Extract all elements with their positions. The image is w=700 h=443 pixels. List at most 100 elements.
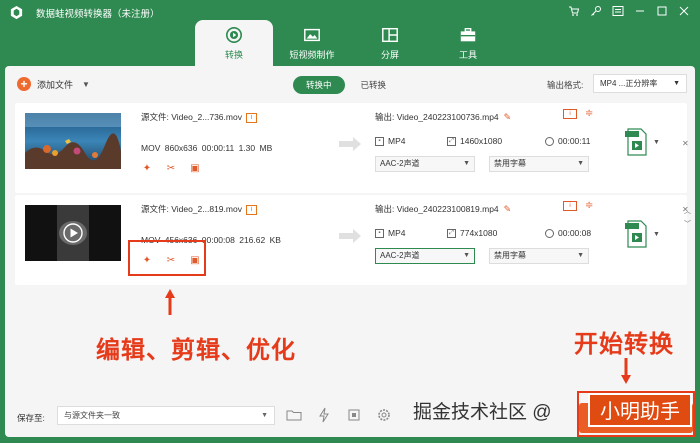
subtitle-select[interactable]: 禁用字幕 ▼ [489,156,589,172]
folder-icon[interactable] [285,407,303,425]
chevron-down-icon[interactable]: ▼ [82,80,90,89]
chevron-down-icon[interactable]: ▼ [653,139,660,146]
file-row[interactable]: 源文件: Video_2...736.mov i MOV 860x636 00:0… [15,103,687,193]
output-duration: 00:00:11 [545,136,590,146]
output-format: ▪ MP4 [375,136,405,146]
annotation-start-convert: 开始转换 [574,331,674,358]
source-size: 216.62 KB [239,235,281,245]
arrow-right-icon [339,137,361,151]
chevron-down-icon: ▼ [673,80,680,87]
settings-icon[interactable]: ≑ [585,201,593,211]
tab-converting[interactable]: 转换中 [293,76,345,94]
main-panel: + 添加文件 ▼ 转换中 已转换 输出格式: MP4 ...正分辨率 ▼ 源文件… [5,66,695,437]
tab-convert[interactable]: 转换 [195,20,273,66]
settings-icon[interactable] [375,407,393,425]
clock-icon [545,228,554,238]
annotation-arrow-up [165,289,175,315]
output-format: ▪ MP4 [375,228,405,238]
enhance-icon[interactable]: ▣ [189,163,201,175]
minimize-icon[interactable] [634,5,646,17]
clock-icon [545,136,554,146]
tab-collage-label: 分屏 [380,49,399,60]
add-file-label: 添加文件 [37,79,74,90]
close-icon[interactable] [678,5,690,17]
add-file-button[interactable]: + 添加文件 ▼ [17,77,90,91]
resolution-icon: ⤢ [447,136,456,146]
cart-icon[interactable] [568,5,580,17]
key-icon[interactable] [590,5,602,17]
video-thumbnail[interactable] [25,205,121,261]
chevron-down-icon: ▼ [463,160,470,167]
video-icon: ▪ [375,136,384,146]
add-icon: + [17,77,31,91]
tab-collage[interactable]: 分屏 [351,20,429,66]
output-format-select[interactable]: MP4 ...正分辨率 ▼ [593,74,687,93]
audio-select[interactable]: AAC-2声道 ▼ [375,248,475,264]
main-nav: 转换 短视频制作 分屏 工具 [195,20,507,66]
annotation-highlight-edit [128,240,206,276]
chevron-up-icon[interactable]: ︿ [684,206,691,216]
chevron-down-icon: ▼ [577,160,584,167]
scissors-icon[interactable]: ✂ [165,163,177,175]
settings-icon[interactable]: ≑ [585,109,593,119]
save-to-label: 保存至: [17,413,45,423]
chevron-down-icon: ▼ [577,252,584,259]
maximize-icon[interactable] [656,5,668,17]
pencil-icon[interactable]: ✎ [504,204,512,214]
tab-convert-label: 转换 [224,49,243,60]
info-icon[interactable]: i [245,204,257,215]
video-thumbnail[interactable] [25,113,121,169]
tab-toolbox[interactable]: 工具 [429,20,507,66]
output-format-label: 输出格式: [547,80,584,90]
gpu-icon[interactable] [345,407,363,425]
app-logo-icon [10,5,23,20]
chevron-down-icon: ▼ [261,412,268,419]
source-size: 1.30 MB [238,143,273,153]
output-duration: 00:00:08 [545,228,591,238]
toolbar: + 添加文件 ▼ 转换中 已转换 输出格式: MP4 ...正分辨率 ▼ [5,66,695,102]
audio-select[interactable]: AAC-2声道 ▼ [375,156,475,172]
menu-icon[interactable] [612,5,624,17]
mv-icon [304,28,320,41]
output-file-name: 输出: Video_240223100736.mp4 ✎ [375,112,512,122]
watermark-text: 掘金技术社区 @ [413,402,552,423]
arrow-right-icon [339,229,361,243]
mp4-format-icon[interactable] [625,219,649,249]
annotation-edit-tools: 编辑、剪辑、优化 [96,337,296,364]
tab-mv[interactable]: 短视频制作 [273,20,351,66]
scroll-arrows[interactable]: ︿ ﹀ [684,206,691,229]
file-row[interactable]: 源文件: Video_2...819.mov i MOV 456x636 00:0… [15,195,687,285]
edit-tools: ✦ ✂ ▣ [141,163,201,175]
chevron-down-icon[interactable]: ﹀ [684,219,691,229]
magic-wand-icon[interactable]: ✦ [141,163,153,175]
info-icon[interactable]: i [245,112,257,123]
collage-icon [382,27,398,42]
save-path-select[interactable]: 与源文件夹一致 ▼ [57,406,275,425]
source-duration: 00:00:11 [201,143,235,153]
output-file-name: 输出: Video_240223100819.mp4 ✎ [375,204,512,214]
mp4-format-icon[interactable] [625,127,649,157]
hardware-accel-icon[interactable] [315,407,333,425]
tab-converted[interactable]: 已转换 [361,79,387,91]
annotation-arrow-down [621,358,631,384]
status-switch: 转换中 已转换 [293,76,386,94]
info-icon[interactable]: i [563,109,577,119]
video-icon: ▪ [375,228,384,238]
save-path-value: 与源文件夹一致 [64,411,120,420]
subtitle-select[interactable]: 禁用字幕 ▼ [489,248,589,264]
output-actions: i ≑ [563,109,593,119]
source-file-name: 源文件: Video_2...736.mov i [141,111,257,123]
pencil-icon[interactable]: ✎ [504,112,512,122]
chevron-down-icon[interactable]: ▼ [653,231,660,238]
watermark-brand: 小明助手 [588,393,692,427]
app-title: 数据蛙视频转换器（未注册） [36,9,160,20]
info-icon[interactable]: i [563,201,577,211]
source-resolution: 860x636 [164,143,198,153]
output-format-value: MP4 ...正分辨率 [600,79,658,88]
source-meta: MOV 860x636 00:00:11 1.30 MB [141,143,272,153]
source-duration: 00:00:08 [201,235,235,245]
tab-toolbox-label: 工具 [458,49,477,60]
output-actions: i ≑ [563,201,593,211]
toolbox-icon [460,27,476,41]
remove-file-icon[interactable]: ✕ [682,139,689,148]
